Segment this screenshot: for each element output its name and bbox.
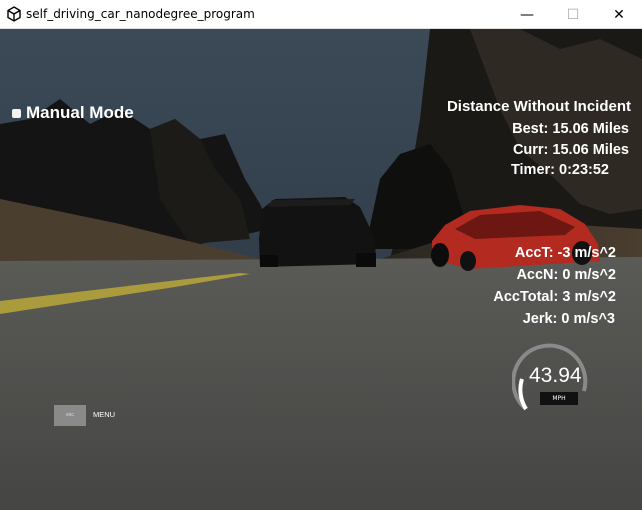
app-window: self_driving_car_nanodegree_program — ☐ … (0, 0, 642, 510)
speed-value: 43.94 (529, 364, 582, 387)
best-distance: Best: 15.06 Miles (512, 121, 629, 137)
maximize-icon: ☐ (566, 6, 580, 23)
acc-normal: AccN: 0 m/s^2 (516, 267, 616, 283)
window-title: self_driving_car_nanodegree_program (26, 7, 255, 21)
acc-tangential: AccT: -3 m/s^2 (514, 245, 616, 261)
jerk: Jerk: 0 m/s^3 (522, 311, 615, 327)
esc-button[interactable]: esc (54, 405, 86, 426)
minimize-button[interactable]: — (504, 0, 550, 29)
dark-car (259, 197, 376, 267)
distance-title: Distance Without Incident (446, 98, 631, 115)
game-viewport[interactable]: Manual Mode Distance Without Incident Be… (0, 29, 642, 510)
close-button[interactable]: ✕ (596, 0, 642, 29)
manual-mode-label: Manual Mode (26, 103, 134, 122)
speed-unit-label: MPH (540, 392, 578, 405)
maximize-button[interactable]: ☐ (550, 0, 596, 29)
unity-logo-icon (7, 6, 21, 22)
timer: Timer: 0:23:52 (510, 162, 609, 178)
acc-total: AccTotal: 3 m/s^2 (493, 289, 616, 305)
manual-mode-checkbox[interactable] (12, 108, 21, 118)
title-bar: self_driving_car_nanodegree_program — ☐ … (0, 0, 642, 29)
current-distance: Curr: 15.06 Miles (512, 142, 629, 158)
minimize-icon: — (520, 6, 534, 23)
menu-label: MENU (93, 410, 116, 419)
manual-mode-toggle[interactable]: Manual Mode (12, 103, 134, 123)
close-icon: ✕ (613, 6, 625, 23)
